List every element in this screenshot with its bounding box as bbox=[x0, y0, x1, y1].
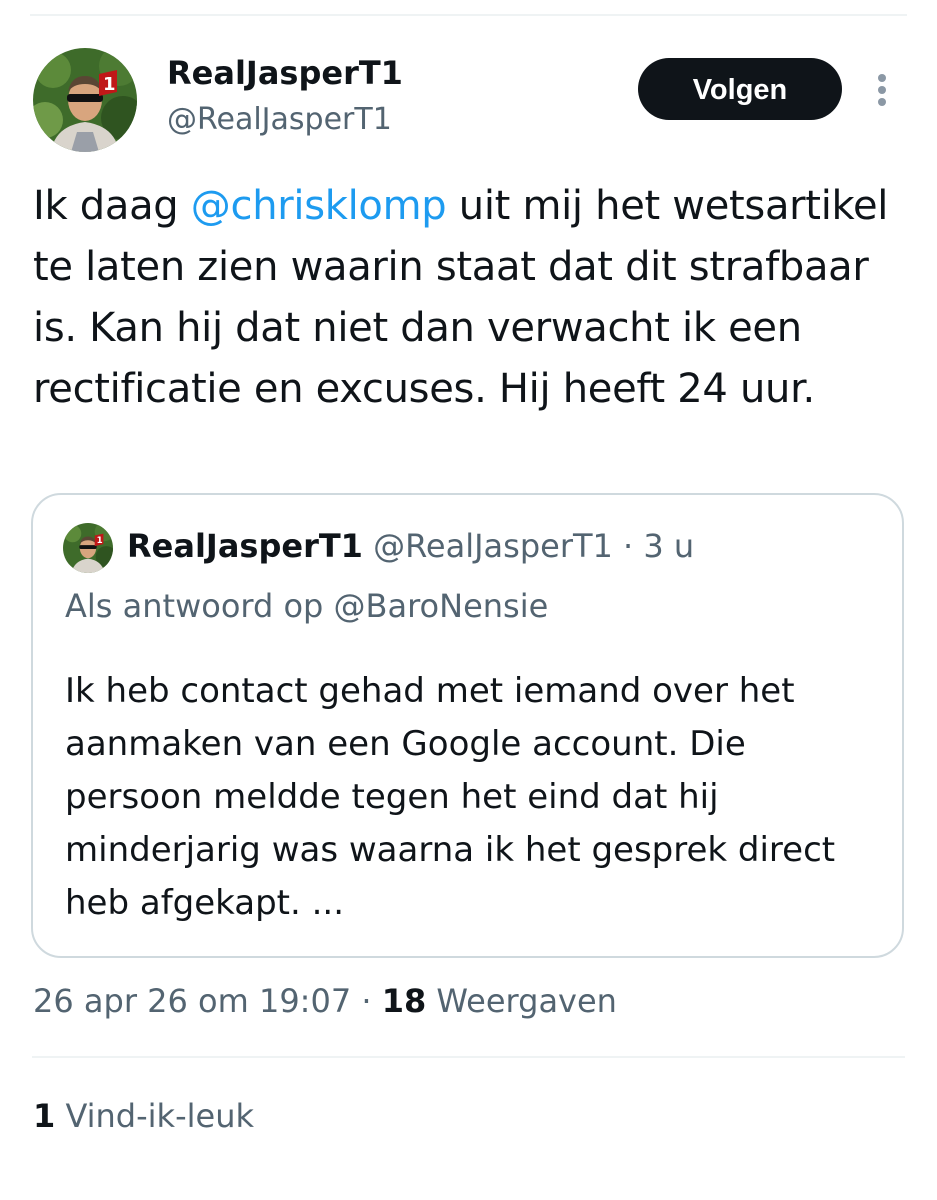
quote-time: 3 u bbox=[643, 527, 695, 565]
tweet-meta-row: 26 apr 26 om 19:07 · 18 Weergaven bbox=[33, 982, 617, 1020]
meta-separator: · bbox=[351, 982, 382, 1020]
quote-meta: RealJasperT1 @RealJasperT1 · 3 u bbox=[127, 527, 694, 565]
avatar[interactable]: 1 bbox=[33, 48, 137, 152]
tweet-text: Ik daag @chrisklomp uit mij het wetsarti… bbox=[33, 176, 903, 420]
tweet-timestamp[interactable]: 26 apr 26 om 19:07 bbox=[33, 982, 351, 1020]
tweet-header: 1 RealJasperT1 @RealJasperT1 Volgen bbox=[33, 48, 913, 152]
author-display-name[interactable]: RealJasperT1 bbox=[167, 54, 403, 92]
likes-row[interactable]: 1 Vind-ik-leuk bbox=[33, 1097, 254, 1135]
quote-display-name: RealJasperT1 bbox=[127, 527, 363, 565]
tweet-text-before: Ik daag bbox=[33, 183, 191, 229]
quote-separator: · bbox=[612, 527, 644, 565]
quote-text: Ik heb contact gehad met iemand over het… bbox=[65, 671, 836, 923]
top-divider bbox=[30, 14, 907, 16]
author-handle[interactable]: @RealJasperT1 bbox=[167, 102, 392, 137]
mention-link[interactable]: @chrisklomp bbox=[191, 183, 447, 229]
vertical-dots-icon[interactable] bbox=[869, 70, 895, 110]
svg-text:1: 1 bbox=[97, 536, 103, 546]
likes-count: 1 bbox=[33, 1097, 56, 1135]
views-label: Weergaven bbox=[426, 982, 617, 1020]
quoted-tweet-card[interactable]: 1 RealJasperT1 @RealJasperT1 · 3 u Als a… bbox=[31, 493, 904, 958]
likes-label: Vind-ik-leuk bbox=[55, 1097, 255, 1135]
views-count: 18 bbox=[381, 982, 427, 1020]
divider bbox=[32, 1056, 905, 1058]
svg-text:1: 1 bbox=[103, 74, 116, 95]
quote-reply-to: Als antwoord op @BaroNensie bbox=[65, 587, 549, 625]
profile-photo-icon: 1 bbox=[63, 523, 113, 573]
profile-photo-icon: 1 bbox=[33, 48, 137, 152]
follow-button[interactable]: Volgen bbox=[638, 58, 842, 120]
quote-avatar[interactable]: 1 bbox=[63, 523, 113, 573]
quote-handle: @RealJasperT1 bbox=[373, 527, 613, 565]
